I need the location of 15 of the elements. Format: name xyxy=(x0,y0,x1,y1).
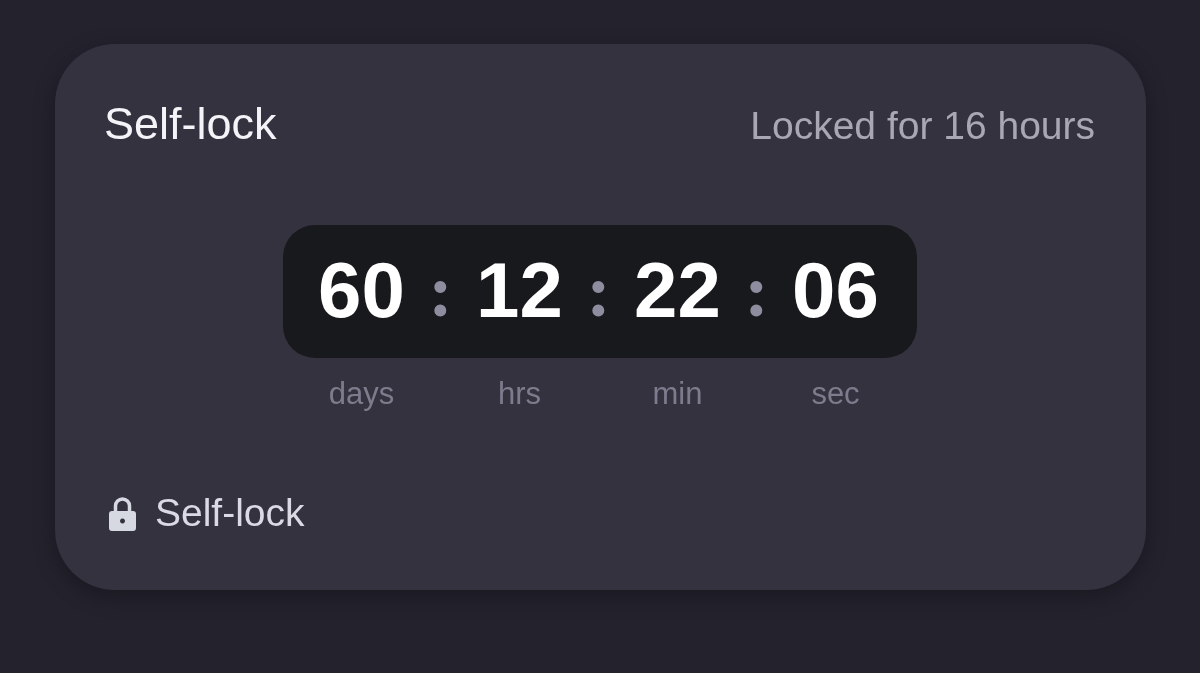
countdown-value: 12 xyxy=(476,246,563,337)
colon-separator: : xyxy=(428,248,453,334)
colon-separator: : xyxy=(586,248,611,334)
countdown-value: 60 xyxy=(318,246,405,337)
colon-separator: : xyxy=(744,248,769,334)
lock-type-label: Self-lock xyxy=(155,491,305,536)
unit-label: hrs xyxy=(497,375,542,412)
unit-label: sec xyxy=(811,375,860,412)
card-title: Self-lock xyxy=(104,98,277,150)
unit-label: min xyxy=(652,375,703,412)
unit-label: days xyxy=(328,375,395,412)
lock-icon xyxy=(109,496,136,531)
countdown-value: 06 xyxy=(792,246,879,337)
countdown-value: 22 xyxy=(634,246,721,337)
lock-status: Locked for 16 hours xyxy=(750,104,1095,149)
